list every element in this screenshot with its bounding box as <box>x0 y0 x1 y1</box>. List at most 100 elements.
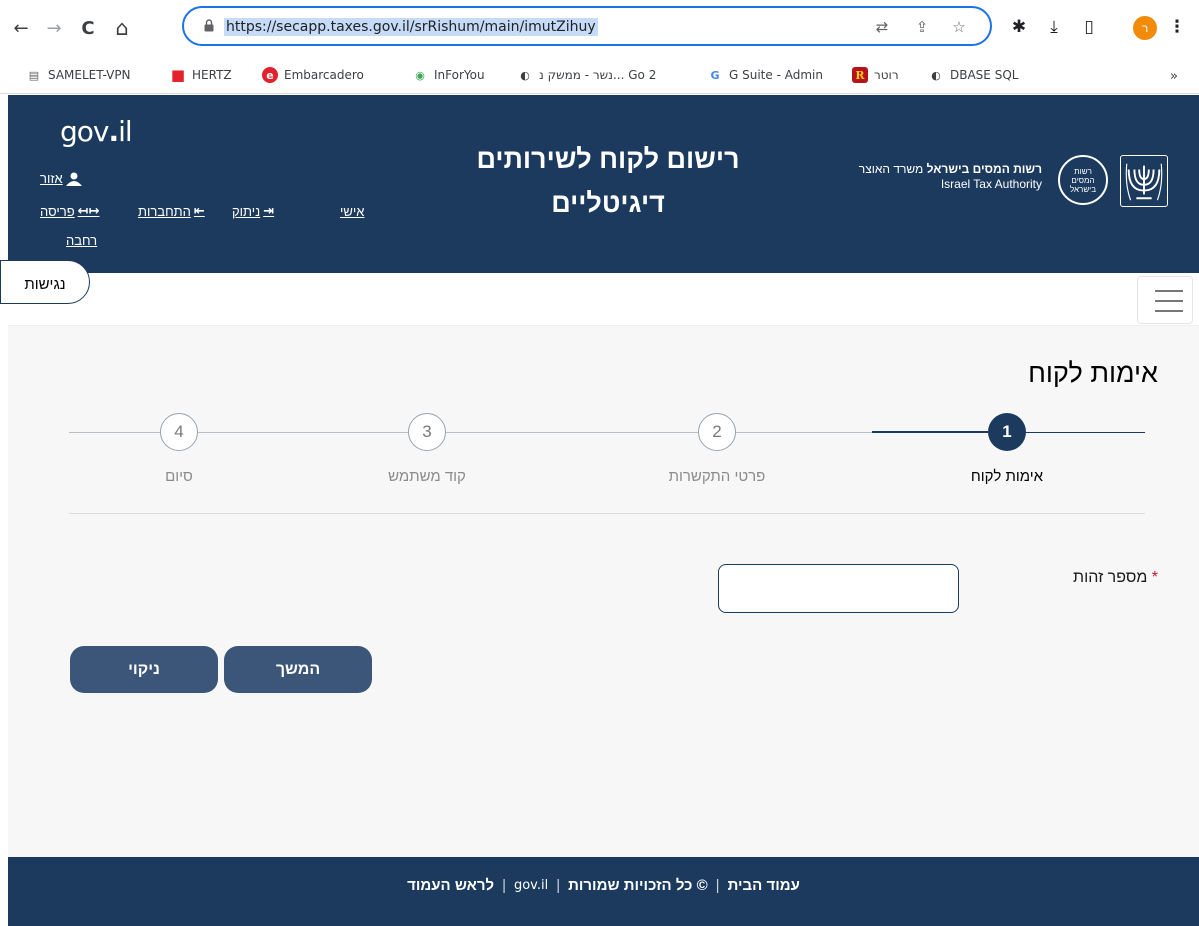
footer-separator: | <box>502 877 506 894</box>
tax-authority-name[interactable]: רשות המסים בישראל משרד האוצר Israel Tax … <box>798 162 1042 192</box>
tax-authority-seal-icon: רשות המסים בישראל <box>1058 155 1108 205</box>
stepper-line-active <box>872 431 988 433</box>
bookmark-rotter[interactable]: R רוטר <box>852 65 899 85</box>
downloads-icon[interactable]: ⤓ <box>1043 16 1065 38</box>
footer-copyright: © כל הזכויות שמורות <box>568 877 708 894</box>
authority-name-en: Israel Tax Authority <box>940 177 1042 191</box>
authority-ministry: משרד האוצר <box>858 162 927 176</box>
user-icon <box>65 172 82 186</box>
id-number-label: * מספר זהות <box>1010 569 1158 587</box>
back-to-top-link[interactable]: לראש העמוד <box>407 877 494 894</box>
wide-layout-link-line2[interactable]: רחבה <box>66 233 97 248</box>
url-text[interactable]: https://secapp.taxes.gov.il/srRishum/mai… <box>224 18 598 36</box>
more-bookmarks-icon[interactable]: » <box>1170 69 1178 84</box>
authority-name-bold: רשות המסים בישראל <box>926 162 1042 176</box>
step-1-circle: 1 <box>988 413 1026 451</box>
id-number-input[interactable] <box>718 564 959 613</box>
step-4-label: סיום <box>165 468 193 485</box>
back-icon[interactable]: ← <box>10 17 32 39</box>
bookmark-label: SAMELET-VPN <box>48 68 131 82</box>
state-emblem-icon <box>1120 155 1168 207</box>
address-bar[interactable]: https://secapp.taxes.gov.il/srRishum/mai… <box>182 6 992 46</box>
lock-icon <box>204 19 214 32</box>
step-2-circle: 2 <box>698 413 736 451</box>
personal-area-link[interactable]: אזור <box>40 171 83 186</box>
connection-link[interactable]: התחברות ⇤ <box>138 204 208 219</box>
footer-gov-il-logo[interactable]: gov.il <box>514 878 548 893</box>
step-3-circle: 3 <box>408 413 446 451</box>
id-number-label-text: מספר זהות <box>1073 569 1148 586</box>
bookmark-label: Embarcadero <box>284 68 364 82</box>
stepper-line <box>69 432 161 433</box>
continue-button[interactable]: המשך <box>224 646 372 693</box>
embarcadero-icon: e <box>262 67 278 83</box>
required-mark: * <box>1151 569 1158 586</box>
personal-link[interactable]: אישי <box>340 204 364 219</box>
stepper-line <box>735 432 872 433</box>
side-panel-icon[interactable]: ▯ <box>1078 16 1100 38</box>
personal-area-label: אזור <box>40 171 63 186</box>
divider <box>69 513 1145 514</box>
disconnect-link[interactable]: ניתוק ⇥ <box>232 204 277 219</box>
stepper-line <box>197 432 409 433</box>
wide-layout-label: פריסה <box>40 204 75 219</box>
clear-button[interactable]: ניקוי <box>70 646 218 693</box>
footer-home-link[interactable]: עמוד הבית <box>728 877 800 894</box>
translate-icon[interactable]: ⇄ <box>872 17 892 37</box>
forward-icon[interactable]: → <box>43 17 65 39</box>
logout-icon: ⇤ <box>193 204 205 219</box>
wide-layout-label-2: רחבה <box>66 233 98 248</box>
step-3-label: קוד משתמש <box>388 468 466 485</box>
browser-toolbar: ← → C ⌂ https://secapp.taxes.gov.il/srRi… <box>0 0 1199 56</box>
personal-label: אישי <box>340 204 365 219</box>
accessibility-button[interactable]: נגישות <box>0 260 90 304</box>
bookmark-label: DBASE SQL <box>950 68 1019 82</box>
top-strip <box>8 273 1199 326</box>
footer-separator: | <box>715 877 720 894</box>
page-icon: ▤ <box>28 68 40 82</box>
site-title-line1: רישום לקוח לשירותים <box>476 144 740 174</box>
bookmark-inforyou[interactable]: ◉ InForYou <box>412 65 485 85</box>
reload-icon[interactable]: C <box>77 17 99 39</box>
disconnect-label: ניתוק <box>232 204 261 219</box>
site-header: gov.il אזור פריסה ↤↦ רחבה התחברות ⇤ ניתו… <box>8 95 1199 273</box>
bookmarks-bar: ▤ SAMELET-VPN ■ HERTZ e Embarcadero ◉ In… <box>0 56 1199 94</box>
bookmark-embarcadero[interactable]: e Embarcadero <box>262 65 364 85</box>
menu-hamburger-icon[interactable] <box>1137 276 1193 324</box>
profile-avatar[interactable]: ר <box>1133 16 1157 40</box>
step-1-label: אימות לקוח <box>970 468 1044 485</box>
bookmark-go2[interactable]: ◐ Go 2 ...נשר - ממשק נ <box>517 65 656 85</box>
connection-label: התחברות <box>138 204 191 219</box>
home-icon[interactable]: ⌂ <box>111 16 133 40</box>
login-icon: ⇥ <box>263 204 275 219</box>
gov-il-logo[interactable]: gov.il <box>60 115 133 148</box>
stepper-line <box>1026 432 1145 433</box>
site-footer: עמוד הבית | © כל הזכויות שמורות | gov.il… <box>8 857 1199 926</box>
page-title: אימות לקוח <box>1028 358 1158 388</box>
bookmark-label: HERTZ <box>192 68 232 82</box>
bookmark-star-icon[interactable]: ☆ <box>949 17 969 37</box>
bookmark-label: G Suite - Admin <box>729 68 823 82</box>
step-4-circle: 4 <box>160 413 198 451</box>
site-title-line2: דיגיטליים <box>551 188 665 218</box>
bookmark-dbase-sql[interactable]: ◐ DBASE SQL <box>928 65 1018 85</box>
expand-width-icon: ↤↦ <box>77 204 100 219</box>
share-icon[interactable]: ⇪ <box>912 17 932 37</box>
bookmark-label: Go 2 ...נשר - ממשק נ <box>539 68 657 82</box>
globe-icon: ◐ <box>931 68 941 82</box>
wide-layout-link[interactable]: פריסה ↤↦ <box>40 204 102 219</box>
footer-separator: | <box>556 877 561 894</box>
browser-menu-icon[interactable]: ⋮ <box>1166 16 1188 38</box>
bookmark-hertz[interactable]: ■ HERTZ <box>170 65 232 85</box>
chat-bubble-icon: ◉ <box>415 68 425 82</box>
globe-icon: ◐ <box>520 68 530 82</box>
site-title: רישום לקוח לשירותים דיגיטליים <box>428 137 788 225</box>
bookmark-samelet-vpn[interactable]: ▤ SAMELET-VPN <box>26 65 131 85</box>
google-icon: G <box>710 68 720 82</box>
rotter-icon: R <box>852 67 868 83</box>
step-2-label: פרטי התקשרות <box>668 468 766 485</box>
extensions-icon[interactable]: ✱ <box>1008 16 1030 38</box>
bookmark-label: InForYou <box>434 68 485 82</box>
stepper-line <box>445 432 699 433</box>
bookmark-gsuite-admin[interactable]: G G Suite - Admin <box>707 65 823 85</box>
